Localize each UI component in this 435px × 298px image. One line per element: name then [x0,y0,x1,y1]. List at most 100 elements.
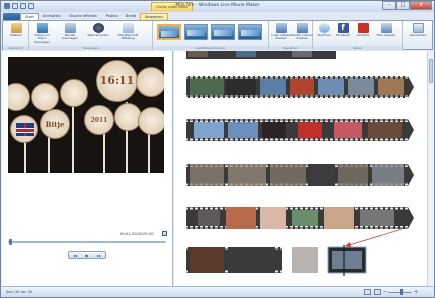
annotation-arrow [345,228,403,247]
clip-thumbnail[interactable] [262,122,286,138]
user-icon [412,23,424,33]
title-caption-credits-button[interactable]: Titel Bijschrift Aftiteling [117,23,139,41]
tab-visuele-effecten[interactable]: Visuele effecten [65,13,102,20]
zoom-in-icon[interactable]: + [414,289,418,295]
clip-thumbnail[interactable] [292,210,318,226]
ribbon: Plakken Klembord Video's en foto's toevo… [2,20,433,50]
play-icon[interactable]: ▶ [85,253,88,258]
clip-thumbnail[interactable] [260,79,286,95]
fullscreen-icon[interactable] [162,231,167,236]
clip-thumbnail[interactable] [228,122,258,138]
automovie-theme-3[interactable] [211,24,235,40]
clip-thumbnail[interactable] [324,207,354,229]
webcam-icon [92,23,104,33]
seek-thumb[interactable] [9,239,12,245]
scrollbar-thumb[interactable] [429,59,433,83]
clip-thumbnail[interactable] [334,122,362,138]
ribbon-tabs: Start Animaties Visuele effecten Project… [1,12,434,20]
application-menu-button[interactable] [3,13,20,20]
group-label-delen: Delen [313,46,402,50]
clip-thumbnail[interactable] [292,247,318,273]
tab-bewerken[interactable]: Bewerken [140,13,168,20]
add-music-button[interactable]: Muziek toevoegen [59,23,81,41]
close-button[interactable]: x [410,1,432,10]
automovie-theme-4[interactable] [238,24,262,40]
storyboard-row [186,246,367,274]
sign-in-button[interactable]: Aanmelden [407,23,429,37]
automovie-theme-1[interactable] [157,24,181,40]
storyboard-view-icon[interactable] [364,289,371,295]
add-videos-photos-button[interactable]: Video's en foto's toevoegen [31,23,53,44]
rotate-left-icon [275,23,287,33]
automovie-theme-2[interactable] [184,24,208,40]
clipboard-icon [10,23,22,33]
previous-frame-icon[interactable]: ◂◂ [73,253,77,258]
zoom-slider-thumb[interactable] [400,289,403,295]
tab-start[interactable]: Start [20,13,39,20]
tab-animaties[interactable]: Animaties [39,13,65,20]
video-preview[interactable]: 16:11 Bitje 2011 [8,57,164,173]
clip-thumbnail[interactable] [378,79,404,95]
facebook-button[interactable]: f Facebook [332,23,354,37]
storyboard-scrollbar[interactable] [427,51,434,286]
facebook-icon: f [337,23,349,33]
seek-bar[interactable] [8,241,166,243]
clip-thumbnail[interactable] [260,207,286,229]
clip-thumbnail[interactable] [338,164,368,186]
rotate-right-button[interactable]: Rechts roteren draaien [291,23,313,41]
group-klembord: Plakken Klembord [3,21,29,50]
clip-thumbnail[interactable] [290,79,314,95]
clip-thumbnail[interactable] [198,210,220,226]
cookie [60,79,88,107]
clip-thumbnail[interactable] [270,164,306,186]
webcam-video-button[interactable]: Webcamvideo [87,23,109,37]
cloud-icon [318,23,330,33]
youtube-button[interactable]: YouTube [352,23,374,37]
zoom-out-icon[interactable]: − [383,289,387,295]
app-window: Outils vidéo video Mijn film - Windows L… [0,0,435,298]
storyboard-row [186,51,336,59]
cookie [138,107,164,135]
clip-thumbnail[interactable] [194,122,224,138]
next-frame-icon[interactable]: ▸▸ [97,253,101,258]
clip-thumbnail[interactable] [190,164,224,186]
clip-thumbnail[interactable] [298,122,322,138]
clip-thumbnail[interactable] [348,79,374,95]
clip-thumbnail[interactable] [226,207,256,229]
group-automovie: AutoMovie-thema's [153,21,269,50]
group-toevoegen: Video's en foto's toevoegen Muziek toevo… [29,21,153,50]
save-movie-button[interactable]: Film opslaan [375,23,397,37]
lollipop-stick [72,107,74,173]
storyboard-row [186,76,414,98]
film-photo-icon [36,23,48,33]
thumbnail-size-icon[interactable] [374,289,381,295]
text-title-icon [122,23,134,33]
cookie [136,67,164,97]
timecode: 00:01:31/00:05:20 [120,232,154,236]
clip-thumbnail[interactable] [372,164,404,186]
clip-thumbnail[interactable] [226,79,256,95]
cookie [8,83,30,111]
clip-thumbnail[interactable] [228,164,266,186]
clip-thumbnail[interactable] [360,210,394,226]
maximize-button[interactable]: □ [396,1,410,10]
tab-beeld[interactable]: Beeld [122,13,140,20]
window-title: Mijn film - Windows Live Movie Maker [175,3,260,8]
clip-thumbnail[interactable] [318,79,344,95]
minimize-button[interactable]: – [382,1,396,10]
status-bar: Item 36 van 36 − + [2,286,433,297]
storyboard [174,51,427,286]
clip-thumbnail[interactable] [190,247,224,273]
title-bar: Outils vidéo video Mijn film - Windows L… [1,1,434,12]
group-delen: SkyDrive f Facebook YouTube Film opslaan… [313,21,403,50]
annotation-arrowhead [345,242,351,247]
group-bewerken: Links roteren draaien Rechts roteren dra… [269,21,313,50]
clip-thumbnail[interactable] [190,79,224,95]
clip-thumbnail[interactable] [230,247,274,273]
tab-project[interactable]: Project [102,13,122,20]
cookie-flag [10,115,38,143]
clip-thumbnail[interactable] [368,122,402,138]
paste-button[interactable]: Plakken [5,23,27,37]
clip-thumbnail[interactable] [310,164,334,186]
rotate-left-button[interactable]: Links roteren draaien [270,23,292,41]
